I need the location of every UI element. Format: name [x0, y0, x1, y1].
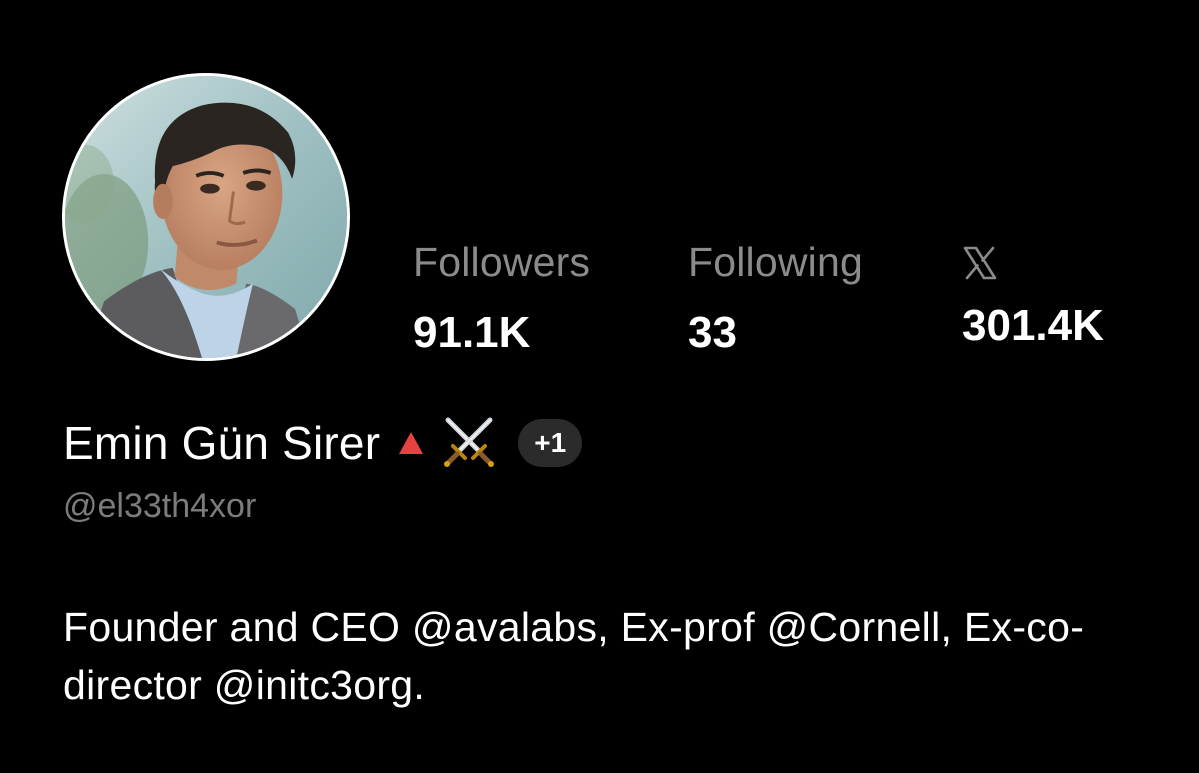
avatar-photo	[65, 76, 347, 358]
followers-label: Followers	[413, 239, 591, 285]
following-count: 33	[688, 308, 737, 357]
x-followers-count: 301.4K	[962, 301, 1104, 350]
followers-stat[interactable]: Followers 91.1K	[413, 236, 590, 360]
display-name: Emin Gün Sirer	[63, 417, 381, 469]
followers-count: 91.1K	[413, 308, 531, 357]
following-label: Following	[688, 239, 863, 285]
crossed-swords-icon	[444, 417, 495, 467]
x-followers-stat[interactable]: 301.4K	[962, 236, 1104, 353]
profile-bio: Founder and CEO @avalabs, Ex-prof @Corne…	[63, 604, 1085, 708]
more-badges-pill[interactable]: +1	[518, 419, 583, 467]
avatar[interactable]	[62, 73, 350, 361]
following-stat[interactable]: Following 33	[688, 236, 863, 360]
red-triangle-icon	[399, 432, 424, 454]
x-logo-icon	[963, 246, 997, 280]
user-handle: @el33th4xor	[63, 487, 257, 525]
name-row: Emin Gün Sirer +1	[63, 412, 583, 474]
